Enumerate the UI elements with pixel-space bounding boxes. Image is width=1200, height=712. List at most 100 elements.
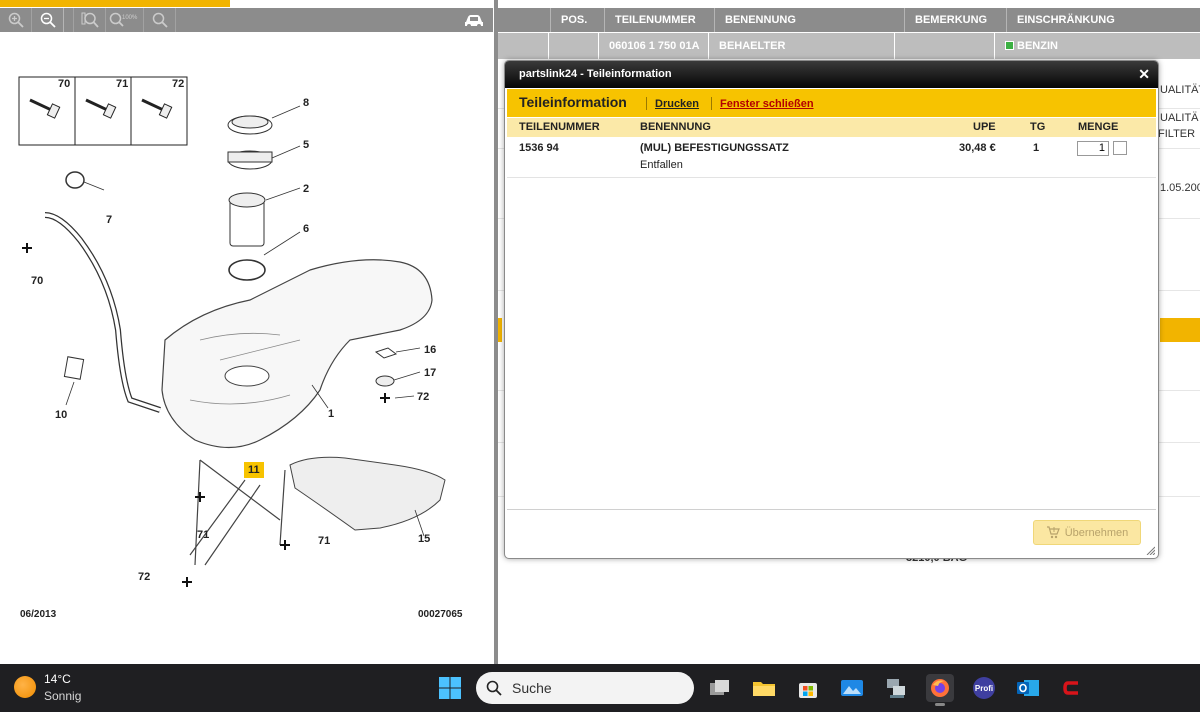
zoom-in-icon[interactable]	[0, 8, 32, 32]
taskbar-search[interactable]: Suche	[476, 672, 694, 704]
zoom-100-button[interactable]: 100%	[106, 8, 144, 32]
zoom-fit-icon[interactable]	[74, 8, 106, 32]
callout-70[interactable]: 70	[31, 275, 43, 287]
callout-70: 70	[58, 78, 71, 90]
callout-72[interactable]: 72	[138, 571, 150, 583]
taskbar: 14°C Sonnig Suche Profi	[0, 664, 1200, 712]
outlook-icon[interactable]	[1014, 674, 1042, 702]
footer-divider	[507, 509, 1156, 510]
task-view-icon[interactable]	[706, 674, 734, 702]
callout-8[interactable]: 8	[303, 97, 309, 109]
table-header: POS. TEILENUMMER BENENNUNG BEMERKUNG EIN…	[498, 8, 1200, 32]
col-teilenummer[interactable]: TEILENUMMER	[604, 8, 710, 32]
part-status: Entfallen	[640, 159, 683, 171]
col-menge: MENGE	[1078, 121, 1119, 133]
callout-10[interactable]: 10	[55, 409, 67, 421]
cell-einschraenkung: BENZIN	[994, 33, 1200, 59]
microsoft-store-icon[interactable]	[794, 674, 822, 702]
svg-text:Profi: Profi	[975, 684, 993, 693]
firefox-icon[interactable]	[926, 674, 954, 706]
col-benennung: BENENNUNG	[640, 121, 711, 133]
selected-row-marker	[498, 318, 502, 342]
col-teilenummer: TEILENUMMER	[519, 121, 600, 133]
callout-2[interactable]: 2	[303, 183, 309, 195]
selected-row-highlight	[1160, 318, 1200, 342]
zoom-out-icon[interactable]	[32, 8, 64, 32]
cart-icon	[1046, 526, 1060, 539]
callout-15[interactable]: 15	[418, 533, 430, 545]
einschraenkung-text: BENZIN	[1017, 40, 1058, 52]
partial-text: UALITÄT	[1160, 84, 1200, 96]
partial-text: FILTER	[1158, 128, 1196, 140]
weather-description[interactable]: Sonnig	[44, 689, 81, 703]
weather-temperature[interactable]: 14°C	[44, 672, 71, 686]
callout-1[interactable]: 1	[328, 408, 334, 420]
check-icon	[1005, 41, 1014, 50]
file-explorer-icon[interactable]	[750, 674, 778, 702]
search-icon	[486, 680, 502, 696]
resize-grip-icon[interactable]	[1145, 545, 1155, 555]
svg-text:100%: 100%	[122, 15, 138, 21]
header-separator	[711, 97, 712, 110]
sun-icon[interactable]	[14, 676, 36, 698]
callout-72: 72	[172, 78, 185, 90]
callout-6[interactable]: 6	[303, 223, 309, 235]
search-placeholder: Suche	[512, 680, 552, 696]
callout-71[interactable]: 71	[197, 529, 209, 541]
take-over-button[interactable]: Übernehmen	[1033, 520, 1141, 545]
modal-title: partslink24 - Teileinformation	[519, 68, 672, 80]
callout-11-highlighted[interactable]: 11	[244, 462, 264, 478]
select-checkbox[interactable]	[1113, 141, 1127, 155]
modal-header: Teileinformation Drucken Fenster schließ…	[507, 89, 1156, 117]
photos-icon[interactable]	[838, 674, 866, 702]
modal-titlebar[interactable]: partslink24 - Teileinformation ✕	[505, 61, 1158, 88]
part-info-modal: partslink24 - Teileinformation ✕ Teilein…	[504, 60, 1159, 559]
header-separator	[646, 97, 647, 110]
screw-legend	[18, 76, 188, 146]
zoom-reset-icon[interactable]	[144, 8, 176, 32]
table-row[interactable]: 060106 1 750 01A BEHAELTER BENZIN	[498, 33, 1200, 59]
red-app-icon[interactable]	[1058, 674, 1086, 702]
network-tool-icon[interactable]	[882, 674, 910, 702]
quantity-input[interactable]: 1	[1077, 141, 1109, 156]
callout-16[interactable]: 16	[424, 344, 436, 356]
callout-71: 71	[116, 78, 129, 90]
row-divider	[507, 177, 1156, 178]
callout-5[interactable]: 5	[303, 139, 309, 151]
callout-7[interactable]: 7	[106, 214, 112, 226]
col-einschraenkung[interactable]: EINSCHRÄNKUNG	[1006, 8, 1200, 32]
col-benennung[interactable]: BENENNUNG	[714, 8, 902, 32]
part-tg: 1	[1033, 142, 1040, 154]
part-number: 1536 94	[519, 142, 559, 154]
col-upe: UPE	[973, 121, 996, 133]
callout-72[interactable]: 72	[417, 391, 429, 403]
cell-bemerkung	[894, 33, 994, 59]
windows-start-icon[interactable]	[438, 676, 462, 700]
col-bemerkung[interactable]: BEMERKUNG	[904, 8, 1004, 32]
take-over-label: Übernehmen	[1064, 526, 1129, 539]
partial-text: UALITÄ	[1160, 112, 1199, 124]
diagram-date: 06/2013	[20, 609, 57, 620]
active-indicator	[935, 703, 945, 706]
close-icon[interactable]: ✕	[1138, 66, 1150, 83]
car-icon[interactable]	[463, 11, 485, 29]
diagram-code: 00027065	[418, 609, 463, 620]
profi-icon[interactable]: Profi	[970, 674, 998, 702]
diagram-toolbar: 100%	[0, 8, 493, 32]
cell-benennung: BEHAELTER	[708, 33, 894, 59]
modal-heading: Teileinformation	[519, 94, 627, 110]
part-name: (MUL) BEFESTIGUNGSSATZ	[640, 142, 789, 154]
diagram-pane: 100% 70 71 72 8 5 2 6 7 70 16 17 72 10 1…	[0, 0, 495, 664]
cell-pos	[548, 33, 596, 59]
callout-71[interactable]: 71	[318, 535, 330, 547]
close-window-link[interactable]: Fenster schließen	[720, 98, 814, 110]
toolbar-separator	[64, 8, 74, 32]
partial-text: 1.05.200	[1160, 182, 1200, 194]
modal-column-headers: TEILENUMMER BENENNUNG UPE TG MENGE	[507, 118, 1156, 137]
col-tg: TG	[1030, 121, 1046, 133]
top-accent-bar	[0, 0, 230, 7]
callout-17[interactable]: 17	[424, 367, 436, 379]
cell-teilenummer: 060106 1 750 01A	[598, 33, 708, 59]
print-link[interactable]: Drucken	[655, 98, 699, 110]
col-pos[interactable]: POS.	[550, 8, 598, 32]
